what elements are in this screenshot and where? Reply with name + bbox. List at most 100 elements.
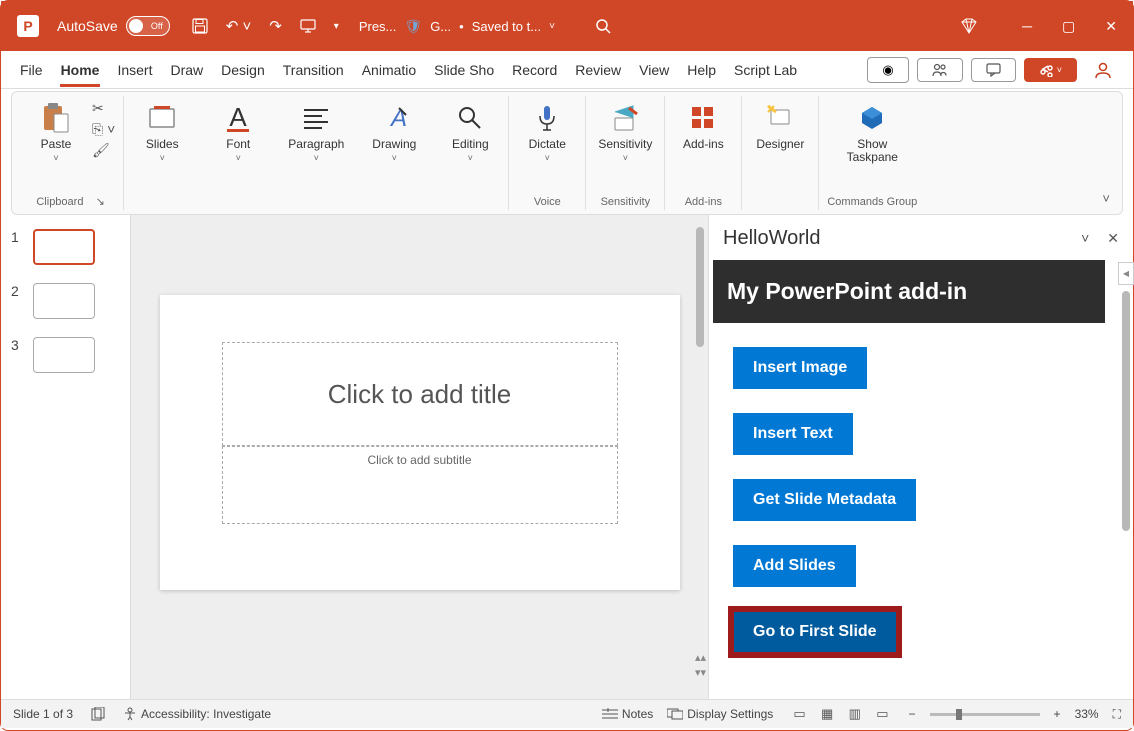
insert-text-button[interactable]: Insert Text	[733, 413, 853, 455]
go-to-first-slide-button[interactable]: Go to First Slide	[733, 611, 897, 653]
normal-view-icon[interactable]: ▭	[793, 706, 805, 721]
addins-button[interactable]: Add-ins	[673, 98, 733, 153]
diamond-icon[interactable]	[960, 17, 978, 35]
accessibility-status[interactable]: Accessibility: Investigate	[123, 707, 271, 721]
svg-text:A: A	[230, 104, 248, 132]
zoom-in-icon[interactable]: +	[1054, 707, 1061, 721]
format-painter-icon[interactable]: 🖌	[92, 142, 115, 159]
taskpane-dropdown[interactable]: ˅	[1081, 230, 1089, 247]
minimize-button[interactable]: ─	[1022, 18, 1032, 35]
slide-canvas: Click to add title Click to add subtitle…	[131, 215, 708, 699]
reading-view-icon[interactable]: ▥	[849, 706, 861, 721]
zoom-out-icon[interactable]: −	[909, 707, 916, 721]
copy-icon[interactable]: ⎘ ˅	[92, 121, 115, 138]
group-paragraph: Paragraph ˅	[276, 96, 356, 210]
redo-icon[interactable]: ↷	[269, 17, 282, 35]
dictate-button[interactable]: Dictate ˅	[517, 98, 577, 165]
tab-record[interactable]: Record	[503, 54, 566, 86]
tab-design[interactable]: Design	[212, 54, 274, 86]
ribbon-tabs: File Home Insert Draw Design Transition …	[1, 51, 1133, 89]
autosave[interactable]: AutoSave Off	[57, 16, 170, 36]
sorter-view-icon[interactable]: ▦	[821, 706, 833, 721]
prev-slide-icon[interactable]: ▴▴	[695, 651, 706, 664]
undo-icon[interactable]: ↶ ˅	[226, 17, 252, 35]
zoom-slider[interactable]	[930, 713, 1040, 716]
sensitivity-button[interactable]: Sensitivity ˅	[594, 98, 656, 165]
slides-button[interactable]: Slides ˅	[132, 98, 192, 165]
editing-button[interactable]: Editing ˅	[440, 98, 500, 165]
taskpane-header: HelloWorld ˅ ✕	[709, 215, 1133, 260]
tab-help[interactable]: Help	[678, 54, 725, 86]
get-metadata-button[interactable]: Get Slide Metadata	[733, 479, 916, 521]
language-icon[interactable]	[91, 707, 105, 721]
font-button[interactable]: A Font ˅	[208, 98, 268, 165]
thumbnail-pane: 1 2 3	[1, 215, 131, 699]
window-controls: ─ ▢ ✕	[1022, 18, 1117, 35]
maximize-button[interactable]: ▢	[1062, 18, 1075, 35]
add-slides-button[interactable]: Add Slides	[733, 545, 856, 587]
title-placeholder[interactable]: Click to add title	[222, 342, 618, 446]
saved-dropdown[interactable]: ˅	[549, 21, 555, 32]
cut-icon[interactable]: ✂	[92, 100, 115, 117]
tab-insert[interactable]: Insert	[108, 54, 161, 86]
slide-thumb[interactable]	[33, 229, 95, 265]
close-button[interactable]: ✕	[1105, 18, 1117, 35]
tab-slideshow[interactable]: Slide Sho	[425, 54, 503, 86]
tab-file[interactable]: File	[11, 54, 52, 86]
tab-scriptlab[interactable]: Script Lab	[725, 54, 806, 86]
thumb-2[interactable]: 2	[11, 283, 120, 319]
slide-thumb[interactable]	[33, 283, 95, 319]
taskpane-close[interactable]: ✕	[1107, 230, 1119, 247]
insert-image-button[interactable]: Insert Image	[733, 347, 867, 389]
slide-counter[interactable]: Slide 1 of 3	[13, 707, 73, 721]
tab-draw[interactable]: Draw	[161, 54, 212, 86]
qat-more[interactable]: ▾	[334, 21, 339, 32]
next-slide-icon[interactable]: ▾▾	[695, 666, 706, 679]
search-icon[interactable]	[595, 18, 611, 34]
display-settings-button[interactable]: Display Settings	[667, 707, 773, 721]
thumb-1[interactable]: 1	[11, 229, 120, 265]
record-button[interactable]: ◉	[867, 57, 908, 83]
save-icon[interactable]	[192, 18, 208, 34]
account-icon[interactable]	[1093, 60, 1113, 80]
group-clipboard: Paste ˅ ✂ ⎘ ˅ 🖌 Clipboard ↘	[18, 96, 124, 210]
main-area: 1 2 3 Click to add title Click to add su…	[1, 215, 1133, 699]
qat: ↶ ˅ ↷ ▾	[192, 17, 339, 35]
teams-button[interactable]	[917, 58, 963, 82]
filename-area: Pres... 🛡 G... • Saved to t... ˅	[359, 18, 555, 35]
subtitle-placeholder[interactable]: Click to add subtitle	[222, 446, 618, 524]
current-slide[interactable]: Click to add title Click to add subtitle	[160, 295, 680, 590]
slide-thumb[interactable]	[33, 337, 95, 373]
group-designer: Designer	[742, 96, 819, 210]
show-taskpane-button[interactable]: Show Taskpane	[842, 98, 902, 166]
app-icon: P	[17, 15, 39, 37]
taskpane-title: HelloWorld	[723, 227, 1081, 250]
paragraph-button[interactable]: Paragraph ˅	[284, 98, 348, 165]
saved-status[interactable]: Saved to t...	[472, 19, 541, 34]
shield-icon[interactable]: 🛡	[404, 18, 422, 35]
designer-button[interactable]: Designer	[750, 98, 810, 153]
share-button[interactable]: ˅	[1024, 58, 1077, 82]
addin-scrollbar[interactable]	[1119, 260, 1133, 699]
tab-home[interactable]: Home	[52, 54, 109, 86]
tab-animations[interactable]: Animatio	[353, 54, 425, 86]
notes-button[interactable]: Notes	[602, 707, 653, 721]
taskpane: HelloWorld ˅ ✕ My PowerPoint add-in Inse…	[708, 215, 1133, 699]
fit-to-window-icon[interactable]: ⛶	[1113, 707, 1121, 722]
tab-transitions[interactable]: Transition	[274, 54, 353, 86]
filename[interactable]: Pres...	[359, 19, 397, 34]
zoom-percentage[interactable]: 33%	[1075, 707, 1099, 721]
canvas-scrollbar[interactable]	[692, 223, 708, 639]
autosave-toggle[interactable]: Off	[126, 16, 170, 36]
present-icon[interactable]	[300, 18, 316, 34]
drawing-button[interactable]: A Drawing ˅	[364, 98, 424, 165]
tab-view[interactable]: View	[630, 54, 678, 86]
group-slides: Slides ˅	[124, 96, 200, 210]
titlebar-right: ─ ▢ ✕	[960, 17, 1117, 35]
tab-review[interactable]: Review	[566, 54, 630, 86]
thumb-3[interactable]: 3	[11, 337, 120, 373]
slideshow-view-icon[interactable]: ▭	[876, 706, 888, 721]
comments-button[interactable]	[971, 58, 1016, 82]
paste-button[interactable]: Paste ˅	[26, 98, 86, 165]
ribbon-collapse[interactable]: ˅	[1102, 191, 1110, 206]
